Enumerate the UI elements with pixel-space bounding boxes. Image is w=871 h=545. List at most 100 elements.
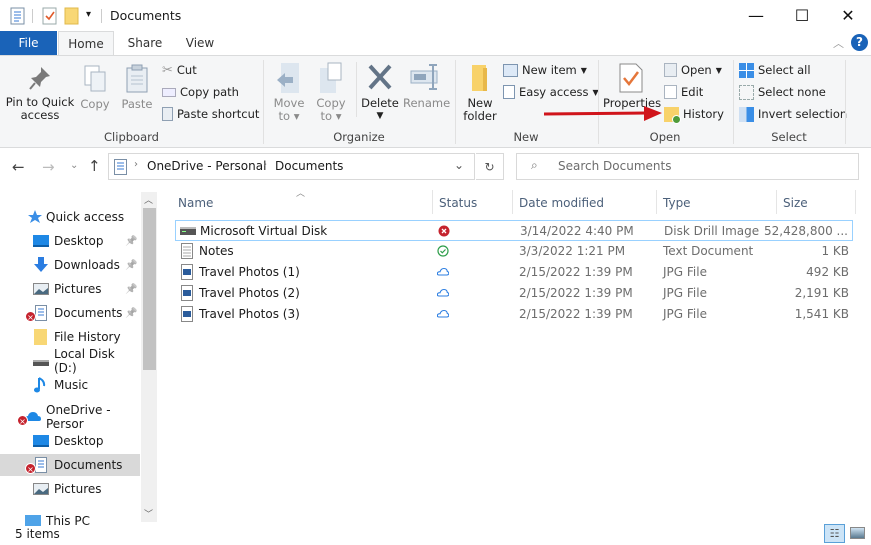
- new-item-label: New item: [522, 63, 577, 77]
- new-folder-icon[interactable]: [64, 7, 80, 25]
- column-header-name[interactable]: Name: [178, 193, 213, 213]
- tab-home[interactable]: Home: [58, 31, 114, 56]
- file-type: JPG File: [663, 265, 707, 279]
- column-header-date-modified[interactable]: Date modified: [519, 193, 604, 213]
- sidebar-item-onedrive-persor[interactable]: × OneDrive - Persor: [0, 403, 140, 431]
- breadcrumb-documents[interactable]: Documents: [275, 159, 343, 173]
- copy-to-button[interactable]: Copy to ▾: [314, 62, 348, 123]
- new-folder-button[interactable]: New folder: [460, 62, 500, 123]
- tab-share[interactable]: Share: [120, 31, 170, 55]
- copy-path-button[interactable]: Copy path: [162, 83, 239, 101]
- sidebar-item-downloads[interactable]: Downloads 📌: [0, 254, 140, 276]
- sidebar-item-file-history[interactable]: File History: [0, 326, 140, 348]
- delete-button[interactable]: Delete ▼: [360, 62, 400, 123]
- window-title: Documents: [110, 8, 182, 23]
- column-header-size[interactable]: Size: [783, 193, 808, 213]
- copy-to-label-2: to ▾: [320, 109, 342, 123]
- minimize-button[interactable]: —: [733, 0, 779, 31]
- pin-icon[interactable]: 📌: [125, 308, 137, 319]
- cut-button[interactable]: ✂ Cut: [162, 61, 197, 79]
- history-button[interactable]: History: [664, 105, 724, 124]
- edit-button[interactable]: Edit: [664, 83, 703, 101]
- file-name: Travel Photos (3): [199, 307, 300, 321]
- sidebar-item-quick-access[interactable]: Quick access: [0, 206, 140, 228]
- open-button[interactable]: Open ▼: [664, 61, 722, 79]
- column-separator[interactable]: [656, 190, 657, 214]
- recent-locations-dropdown[interactable]: ⌄: [70, 160, 78, 171]
- check-properties-icon[interactable]: [42, 7, 58, 25]
- select-all-button[interactable]: Select all: [739, 61, 811, 79]
- sidebar-item-label: OneDrive - Persor: [46, 403, 111, 431]
- column-header-type[interactable]: Type: [663, 193, 691, 213]
- tab-view[interactable]: View: [176, 31, 224, 55]
- help-icon[interactable]: ?: [851, 34, 868, 51]
- refresh-button[interactable]: ↻: [476, 153, 504, 180]
- forward-button[interactable]: →: [42, 158, 55, 176]
- close-button[interactable]: ✕: [825, 0, 871, 31]
- breadcrumb-onedrive[interactable]: OneDrive - Personal: [147, 159, 266, 173]
- search-input[interactable]: ⌕ Search Documents: [516, 153, 859, 180]
- scroll-up-icon[interactable]: ︿: [144, 193, 153, 206]
- sidebar-item-music[interactable]: Music: [0, 374, 140, 396]
- column-header-status[interactable]: Status: [439, 193, 477, 213]
- history-icon: [664, 106, 681, 124]
- pin-icon[interactable]: 📌: [125, 260, 137, 271]
- disk-image-icon: [180, 227, 196, 235]
- easy-access-button[interactable]: Easy access ▼: [503, 83, 599, 101]
- sync-error-icon: [438, 225, 450, 237]
- pictures-icon: [33, 483, 49, 495]
- pin-to-quick-access-button[interactable]: Pin to Quick access: [4, 64, 76, 122]
- sidebar-item-documents[interactable]: × Documents 📌: [0, 302, 140, 324]
- sidebar-item-desktop[interactable]: Desktop: [0, 430, 140, 452]
- move-to-button[interactable]: Move to ▾: [272, 62, 306, 123]
- customize-dropdown-icon[interactable]: ▾: [86, 9, 91, 20]
- properties-button[interactable]: Properties: [603, 62, 661, 110]
- rename-button[interactable]: Rename: [403, 62, 450, 110]
- pin-icon[interactable]: 📌: [125, 284, 137, 295]
- file-row[interactable]: Microsoft Virtual Disk 3/14/2022 4:40 PM D…: [175, 220, 853, 241]
- clipboard-group-label: Clipboard: [104, 130, 159, 144]
- collapse-ribbon-icon[interactable]: ︿: [833, 35, 844, 51]
- details-view-button[interactable]: ☷: [824, 524, 845, 543]
- sidebar-item-pictures[interactable]: Pictures: [0, 478, 140, 500]
- paste-shortcut-button[interactable]: Paste shortcut: [162, 105, 259, 123]
- paste-button[interactable]: Paste: [120, 64, 154, 111]
- column-separator[interactable]: [512, 190, 513, 214]
- sidebar-item-label: Downloads: [54, 258, 120, 272]
- scroll-down-icon[interactable]: ﹀: [144, 507, 153, 520]
- file-date: 2/15/2022 1:39 PM: [519, 265, 633, 279]
- address-dropdown-icon[interactable]: ⌄: [454, 158, 464, 172]
- file-size: 2,191 KB: [794, 286, 849, 300]
- delete-dropdown-icon[interactable]: ▼: [360, 110, 400, 123]
- file-row[interactable]: Travel Photos (2) 2/15/2022 1:39 PM JPG Fi…: [175, 283, 853, 304]
- column-separator[interactable]: [432, 190, 433, 214]
- new-item-button[interactable]: New item ▼: [503, 61, 587, 79]
- copy-path-icon: [162, 87, 176, 97]
- separator: [356, 62, 357, 117]
- sidebar-item-local-disk-d[interactable]: Local Disk (D:): [0, 347, 140, 375]
- tab-file[interactable]: File: [0, 31, 57, 55]
- large-icons-view-button[interactable]: [850, 527, 865, 539]
- invert-selection-button[interactable]: Invert selection: [739, 105, 847, 123]
- column-separator[interactable]: [855, 190, 856, 214]
- pin-icon[interactable]: 📌: [125, 236, 137, 247]
- back-button[interactable]: ←: [12, 158, 25, 176]
- file-row[interactable]: Notes 3/3/2022 1:21 PM Text Document 1 KB: [175, 241, 853, 262]
- select-none-button[interactable]: Select none: [739, 83, 826, 101]
- sidebar-scroll-thumb[interactable]: [143, 208, 156, 370]
- copy-button[interactable]: Copy: [78, 64, 112, 111]
- item-count: 5 items: [15, 527, 60, 541]
- file-row[interactable]: Travel Photos (1) 2/15/2022 1:39 PM JPG Fi…: [175, 262, 853, 283]
- easy-access-label: Easy access: [519, 85, 589, 99]
- file-row[interactable]: Travel Photos (3) 2/15/2022 1:39 PM JPG Fi…: [175, 304, 853, 325]
- column-separator[interactable]: [776, 190, 777, 214]
- file-type: Text Document: [663, 244, 754, 258]
- maximize-button[interactable]: ☐: [779, 0, 825, 31]
- sidebar-item-documents[interactable]: × Documents: [0, 454, 140, 476]
- address-bar[interactable]: › OneDrive - Personal › Documents ⌄: [108, 153, 475, 180]
- sidebar-item-desktop[interactable]: Desktop 📌: [0, 230, 140, 252]
- properties-icon[interactable]: [10, 7, 26, 25]
- sidebar-item-pictures[interactable]: Pictures 📌: [0, 278, 140, 300]
- up-button[interactable]: ↑: [88, 157, 101, 175]
- pin-icon: [29, 67, 50, 90]
